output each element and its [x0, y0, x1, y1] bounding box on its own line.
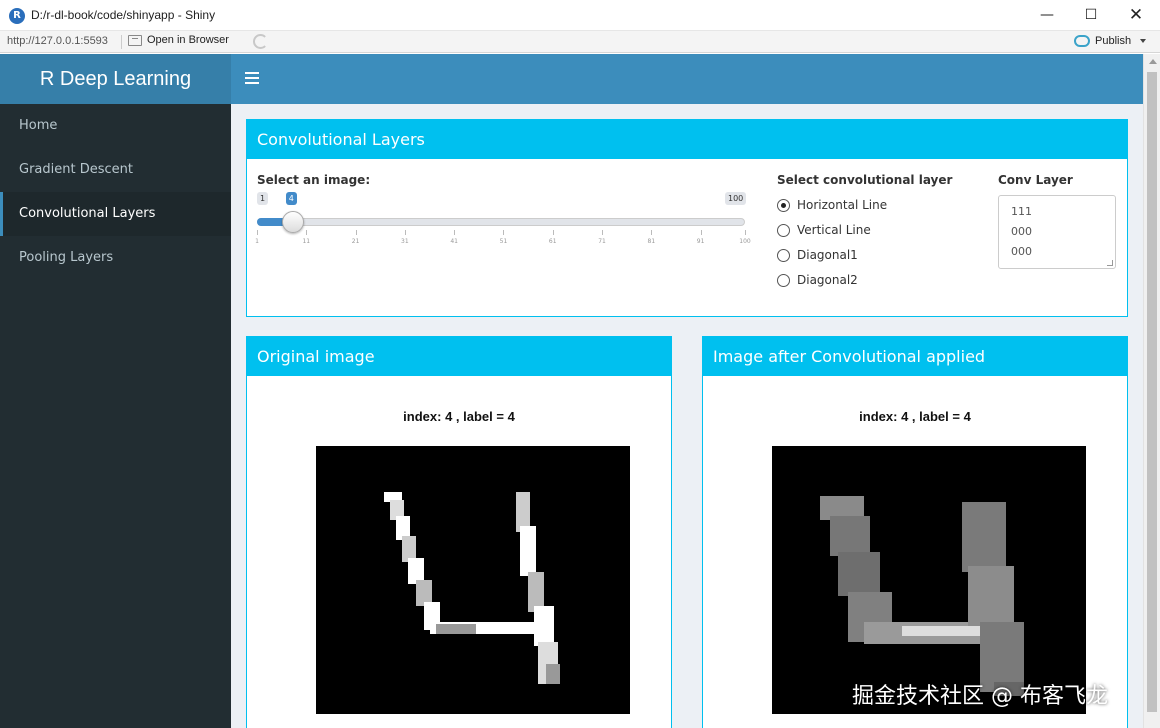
slider-tick [700, 230, 702, 235]
box-title: Convolutional Layers [247, 120, 1127, 159]
radio-horizontal-line[interactable]: Horizontal Line [777, 198, 887, 212]
slider-tick-label: 100 [739, 238, 751, 245]
slider-tick-label: 41 [450, 238, 458, 245]
slider-tick-label: 81 [647, 238, 656, 245]
conv-layer-line: 111 [1011, 205, 1032, 218]
sidebar-item-label: Pooling Layers [19, 250, 114, 265]
radio-unchecked-icon [777, 223, 790, 237]
slider-tick-label: 91 [696, 238, 705, 245]
sidebar: Home Gradient Descent Convolutional Laye… [0, 104, 231, 728]
slider-tick [454, 230, 456, 235]
slider-tick [745, 230, 746, 235]
slider-tick [306, 230, 308, 235]
close-button[interactable]: ✕ [1113, 0, 1159, 31]
slider-handle[interactable] [281, 211, 304, 233]
slider-tick-label: 71 [598, 238, 606, 245]
slider-tick [257, 230, 258, 235]
original-image-box: Original image index: 4 , label = 4 [246, 336, 672, 728]
slider-tick-label: 21 [351, 238, 360, 245]
sidebar-item-gradient-descent[interactable]: Gradient Descent [0, 148, 231, 192]
image-slider[interactable]: 1 4 100 1 11 21 31 41 51 61 71 81 91 100 [255, 192, 751, 252]
slider-tick [602, 230, 604, 235]
slider-tick-label: 51 [499, 238, 508, 245]
radio-diagonal2[interactable]: Diagonal2 [777, 273, 858, 287]
scroll-up-icon[interactable] [1149, 59, 1157, 64]
conv-layer-textarea[interactable]: 111 000 000 [998, 195, 1116, 269]
slider-value-label: 4 [285, 192, 297, 205]
refresh-icon[interactable] [253, 34, 268, 49]
radio-label: Diagonal1 [797, 248, 858, 262]
minimize-button[interactable]: — [1024, 0, 1070, 31]
slider-tick-label: 1 [255, 238, 259, 245]
watermark: 掘金技术社区 @ 布客飞龙 [852, 684, 1108, 709]
rstudio-icon: R [9, 8, 25, 24]
publish-button[interactable]: Publish [1074, 35, 1147, 47]
sidebar-item-home[interactable]: Home [0, 104, 231, 148]
chevron-down-icon [1140, 39, 1147, 43]
slider-track[interactable] [257, 218, 745, 226]
content-area: Convolutional Layers Select an image: 1 … [231, 104, 1143, 728]
slider-tick [503, 230, 505, 235]
sidebar-item-pooling-layers[interactable]: Pooling Layers [0, 236, 231, 280]
convolved-plot-title: index: 4 , label = 4 [859, 409, 971, 424]
slider-tick [355, 230, 357, 235]
scrollbar-thumb[interactable] [1147, 72, 1157, 712]
open-in-browser-button[interactable]: Open in Browser [128, 34, 229, 46]
radio-unchecked-icon [777, 273, 790, 287]
slider-tick-label: 61 [548, 238, 557, 245]
convolved-digit-image [772, 446, 1086, 714]
slider-tick-label: 11 [302, 238, 311, 245]
window-title: D:/r-dl-book/code/shinyapp - Shiny [31, 8, 216, 22]
url-text: http://127.0.0.1:5593 [7, 35, 108, 47]
sidebar-item-label: Convolutional Layers [19, 206, 156, 221]
viewer-toolbar: http://127.0.0.1:5593 Open in Browser Pu… [0, 31, 1160, 53]
slider-tick [404, 230, 406, 235]
slider-tick [651, 230, 653, 235]
convolutional-layers-box: Convolutional Layers Select an image: 1 … [246, 119, 1128, 317]
radio-checked-icon [777, 198, 790, 212]
sidebar-item-label: Home [19, 118, 58, 133]
top-navbar [231, 54, 1143, 104]
sidebar-toggle-icon[interactable] [245, 72, 259, 84]
convolved-image-box: Image after Convolutional applied index:… [702, 336, 1128, 728]
conv-layer-label: Conv Layer [998, 173, 1073, 187]
conv-layer-line: 000 [1011, 245, 1032, 258]
open-in-browser-label: Open in Browser [147, 34, 229, 46]
original-plot-title: index: 4 , label = 4 [403, 409, 515, 424]
conv-select-label: Select convolutional layer [777, 173, 953, 187]
box-title: Image after Convolutional applied [703, 337, 1127, 376]
publish-label: Publish [1095, 35, 1132, 47]
original-digit-image [316, 446, 630, 714]
box-title: Original image [247, 337, 671, 376]
radio-diagonal1[interactable]: Diagonal1 [777, 248, 858, 262]
slider-min-label: 1 [257, 192, 269, 205]
radio-label: Diagonal2 [797, 273, 858, 287]
sidebar-item-label: Gradient Descent [19, 162, 133, 177]
radio-label: Horizontal Line [797, 198, 888, 212]
radio-label: Vertical Line [797, 223, 871, 237]
toolbar-separator [121, 35, 122, 49]
app-logo-title[interactable]: R Deep Learning [0, 54, 231, 104]
maximize-button[interactable]: ☐ [1068, 0, 1114, 31]
browser-window-icon [128, 34, 142, 46]
slider-max-label: 100 [725, 192, 747, 205]
sidebar-item-convolutional-layers[interactable]: Convolutional Layers [0, 192, 231, 236]
conv-layer-line: 000 [1011, 225, 1032, 238]
radio-vertical-line[interactable]: Vertical Line [777, 223, 871, 237]
slider-tick [552, 230, 554, 235]
image-select-label: Select an image: [257, 173, 371, 187]
radio-unchecked-icon [777, 248, 790, 262]
slider-tick-label: 31 [401, 238, 409, 245]
publish-icon [1074, 35, 1090, 47]
vertical-scrollbar[interactable] [1143, 54, 1160, 728]
resize-grip-icon[interactable] [1107, 260, 1113, 266]
window-titlebar: R D:/r-dl-book/code/shinyapp - Shiny — ☐… [0, 0, 1160, 31]
